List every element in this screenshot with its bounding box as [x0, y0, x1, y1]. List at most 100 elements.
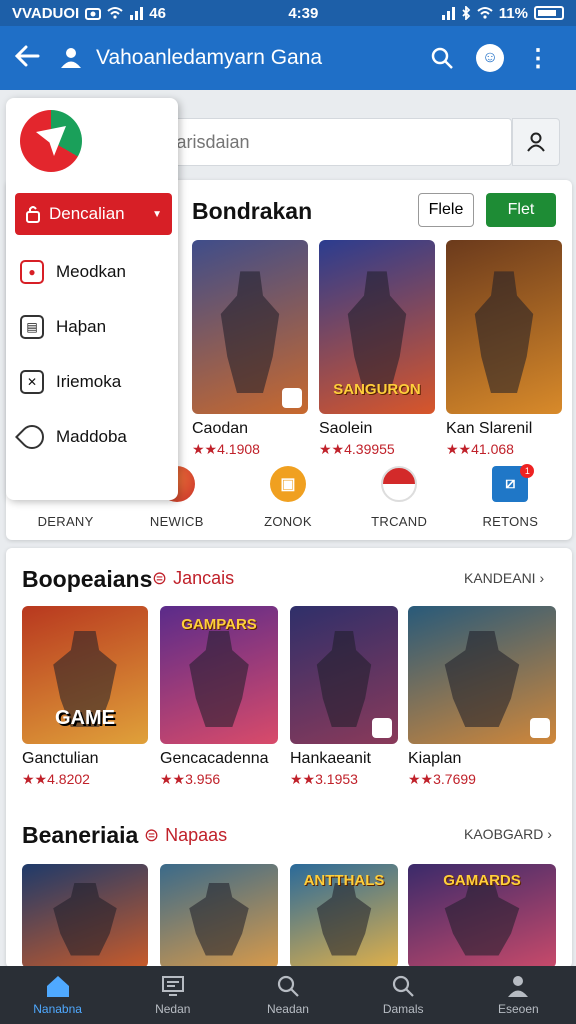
- nav-label: Eseoen: [497, 1002, 539, 1016]
- nav-label: Nedan: [155, 1002, 191, 1016]
- bluetooth-icon: [462, 6, 471, 20]
- search-user-button[interactable]: [512, 118, 560, 166]
- badge-icon: [282, 388, 302, 408]
- app-bar: Vahoanledamyarn Gana ☺ ⋮: [0, 26, 576, 90]
- more-menu-icon[interactable]: ⋮: [514, 44, 562, 73]
- game-card[interactable]: [160, 864, 278, 968]
- quick-nav-item[interactable]: TRCAND: [349, 466, 449, 529]
- home-icon: [45, 974, 71, 998]
- quick-nav-label: RETONS: [482, 514, 539, 529]
- wifi-icon: [107, 7, 123, 19]
- game-rating: ★★3.1953: [290, 771, 358, 787]
- search-icon: [390, 974, 416, 998]
- section-subtitle-text: Jancais: [173, 568, 235, 588]
- game-card[interactable]: [22, 864, 148, 968]
- game-rating: ★★4.39955: [319, 441, 395, 457]
- drawer-item[interactable]: ✕ Iriemoka: [20, 364, 170, 400]
- sparkle-icon: ⊜: [152, 568, 168, 588]
- carrier-text: VVADUOI: [12, 4, 80, 22]
- user-icon: [505, 974, 531, 998]
- badge-icon: [372, 718, 392, 738]
- search-input[interactable]: [144, 131, 495, 153]
- bottom-nav: Nanabna Nedan Neadan Damals Eseoen: [0, 966, 576, 1024]
- search-icon: [431, 47, 453, 69]
- game-thumbnail: [192, 240, 308, 414]
- game-card[interactable]: GAMPARS Gencacadenna ★★3.956: [160, 606, 278, 788]
- drawer-item[interactable]: Maddoba: [15, 419, 170, 455]
- see-all-link[interactable]: KAOBGARD ›: [464, 826, 552, 842]
- featured-title: Bondrakan: [192, 198, 313, 224]
- nav-tab-search[interactable]: Neadan: [238, 974, 338, 1016]
- game-card[interactable]: GAME Ganctulian ★★4.8202: [22, 606, 148, 788]
- image-icon: ▤: [20, 315, 44, 339]
- back-arrow-icon[interactable]: [14, 42, 54, 74]
- wifi-icon: [477, 7, 493, 19]
- drawer-item-label: Haþan: [56, 317, 107, 336]
- quick-nav-item[interactable]: ⧄ 1 RETONS: [460, 464, 560, 529]
- nav-label: Nanabna: [33, 1002, 82, 1016]
- section-title: Beaneriaia: [22, 822, 139, 848]
- account-icon[interactable]: [54, 47, 88, 69]
- tag-icon: [15, 420, 49, 454]
- drawer-item-label: Meodkan: [56, 262, 126, 281]
- game-card[interactable]: Kiaplan ★★3.7699: [408, 606, 556, 788]
- game-card[interactable]: Hankaeanit ★★3.1953: [290, 606, 398, 788]
- drawer-item[interactable]: ● Meodkan: [20, 254, 170, 290]
- person-icon: [527, 132, 545, 152]
- filter-button[interactable]: Flele: [418, 193, 474, 227]
- game-rating: ★★3.956: [160, 771, 221, 787]
- app-title: Vahoanledamyarn Gana: [96, 46, 323, 69]
- game-logo-text: GAMARDS: [443, 872, 521, 889]
- badge-icon: [530, 718, 550, 738]
- status-small-number: 46: [149, 4, 166, 22]
- side-drawer: Dencalian ▼ ● Meodkan ▤ Haþan ✕ Iriemoka…: [6, 98, 178, 500]
- nav-tab-home[interactable]: Nanabna: [8, 974, 108, 1016]
- game-thumbnail: [408, 606, 556, 744]
- game-name: Caodan: [192, 420, 249, 437]
- app-logo: [20, 110, 82, 172]
- game-name: Kan Slarenil: [446, 420, 533, 437]
- nav-tab-news[interactable]: Nedan: [123, 974, 223, 1016]
- search-icon: [275, 974, 301, 998]
- nav-tab-discover[interactable]: Damals: [353, 974, 453, 1016]
- game-thumbnail: ANTTHALS: [290, 864, 398, 968]
- quick-nav-item[interactable]: ▣ ZONOK: [238, 466, 338, 529]
- search-button[interactable]: [418, 46, 466, 70]
- featured-game-card[interactable]: Caodan ★★4.1908: [192, 240, 308, 458]
- featured-game-card[interactable]: Kan Slarenil ★★41.068: [446, 240, 562, 458]
- drawer-item[interactable]: ▤ Haþan: [20, 309, 170, 345]
- star-frame-icon: ✕: [20, 370, 44, 394]
- game-rating: ★★3.7699: [408, 771, 476, 787]
- game-name: Kiaplan: [408, 750, 462, 767]
- featured-game-card[interactable]: SANGURON Saolein ★★4.39955: [319, 240, 435, 458]
- nav-tab-profile[interactable]: Eseoen: [468, 974, 568, 1016]
- green-action-button[interactable]: Flet: [486, 193, 556, 227]
- drawer-item-label: Maddoba: [56, 427, 127, 446]
- game-card[interactable]: ANTTHALS: [290, 864, 398, 968]
- section-title: Boopeaians: [22, 566, 153, 592]
- dropdown-label: Dencalian: [49, 204, 125, 223]
- game-thumbnail: GAME: [22, 606, 148, 744]
- section-subtitle-text: Napaas: [165, 825, 228, 845]
- game-rating: ★★4.1908: [192, 441, 260, 457]
- profile-button[interactable]: ☺: [466, 44, 514, 72]
- chevron-right-icon: ›: [547, 826, 552, 842]
- game-name: Saolein: [319, 420, 373, 437]
- game-thumbnail: [290, 606, 398, 744]
- category-dropdown[interactable]: Dencalian ▼: [15, 193, 172, 235]
- news-icon: [160, 974, 186, 998]
- game-thumbnail: [160, 864, 278, 968]
- see-all-link[interactable]: KANDEANI ›: [464, 570, 544, 586]
- nav-label: Neadan: [266, 1002, 309, 1016]
- see-all-label: KANDEANI: [464, 570, 536, 586]
- game-logo-text: SANGURON: [333, 381, 421, 398]
- nav-label: Damals: [382, 1002, 424, 1016]
- quick-nav-label: ZONOK: [264, 514, 312, 529]
- lock-icon: [26, 206, 40, 223]
- quick-nav-label: TRCAND: [371, 514, 428, 529]
- sparkle-icon: ⊜: [144, 825, 160, 845]
- game-logo-text: GAMPARS: [181, 616, 257, 633]
- game-thumbnail: GAMARDS: [408, 864, 556, 968]
- coin-icon: ▣: [269, 466, 306, 502]
- game-card[interactable]: GAMARDS: [408, 864, 556, 968]
